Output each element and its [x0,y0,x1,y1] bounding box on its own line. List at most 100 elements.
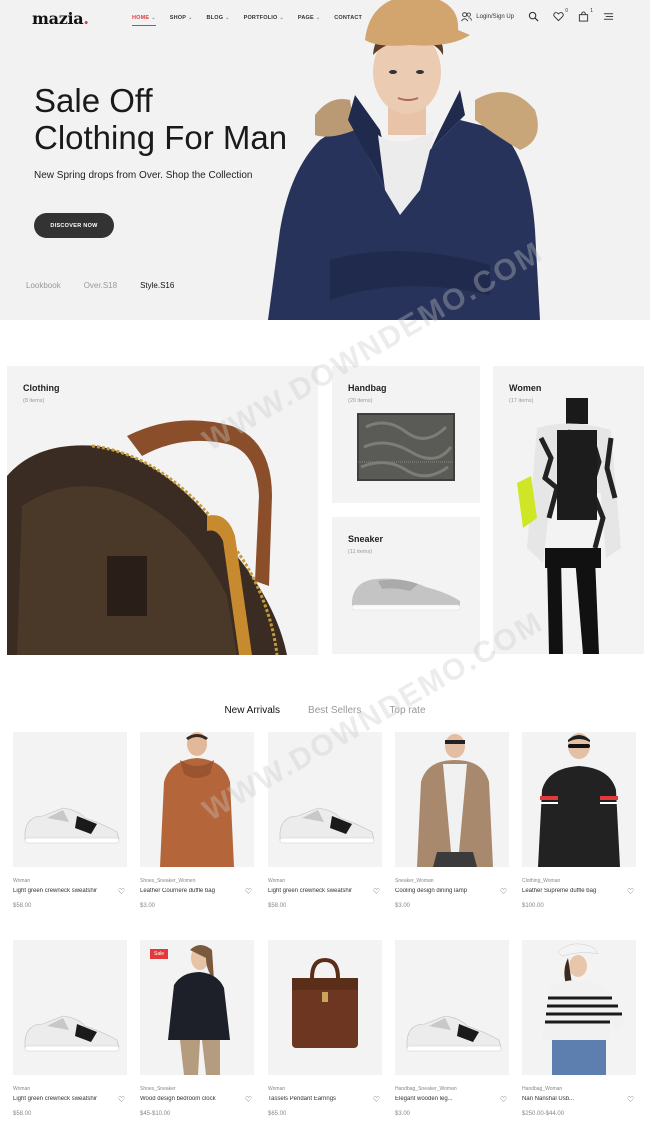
category-title: Women [509,383,542,393]
tab-best-sellers[interactable]: Best Sellers [308,705,361,716]
product-image[interactable] [140,732,254,867]
product-category: Clothing_Woman [522,878,561,884]
product-card[interactable]: Clothing_Woman ♡ Leather Supreme duffle … [522,732,636,909]
product-card[interactable]: Woman ♡ Light green crewneck sweatshir $… [268,732,382,909]
product-name[interactable]: Leather Courriere duffle bag [140,888,254,894]
heart-icon[interactable]: ♡ [627,887,634,896]
product-name[interactable]: Light green crewneck sweatshir [13,1096,127,1102]
heart-icon[interactable]: ♡ [245,887,252,896]
hero-model-image [268,0,540,320]
product-card[interactable]: Sale Shoes_Sneaker ♡ Wood design bedroom… [140,940,254,1117]
login-label: Login/Sign Up [476,13,514,20]
heart-icon[interactable]: ♡ [373,1095,380,1104]
striped-sweater-model-image [542,943,626,1075]
product-card[interactable]: Woman ♡ Light green crewneck sweatshir $… [13,940,127,1117]
product-price: $3.00 [140,903,156,909]
sale-badge: Sale [150,949,169,959]
product-price: $58.00 [13,1111,32,1117]
hoodie-model-image [160,732,234,867]
product-price: $3.00 [395,903,411,909]
product-name[interactable]: Tassels Pendant Earrings [268,1096,382,1102]
heart-icon[interactable]: ♡ [373,887,380,896]
product-name[interactable]: Leather Supreme duffle bag [522,888,636,894]
product-name[interactable]: Wood design bedroom clock [140,1096,254,1102]
category-women[interactable]: Women (17 items) [493,366,644,654]
product-tabs: New Arrivals Best Sellers Top rate [0,705,650,716]
site-logo[interactable]: mazia. [32,9,89,28]
category-count: (8 items) [23,398,45,404]
sneaker-image [406,1015,502,1052]
product-category: Sneaker_Woman [395,878,434,884]
slipon-sneaker-image [351,578,461,611]
vest-model-image [417,734,493,867]
hero-banner: Sale Off Clothing For Man New Spring dro… [0,0,650,320]
product-image[interactable] [268,940,382,1075]
category-sneaker[interactable]: Sneaker (11 items) [332,517,480,654]
nav-portfolio[interactable]: PORTFOLIO ⌄ [244,15,284,21]
hero-subtitle: New Spring drops from Over. Shop the Col… [34,170,253,181]
hero-slider-tabs: Lookbook Over.S18 Style.S16 [26,281,174,290]
discover-now-button[interactable]: DISCOVER NOW [34,213,114,238]
hero-tab-style[interactable]: Style.S16 [140,281,174,290]
chevron-down-icon: ⌄ [225,15,230,21]
product-category: Shoes_Sneaker_Women [140,878,196,884]
product-image[interactable] [395,940,509,1075]
product-name[interactable]: Light green crewneck sweatshir [268,888,382,894]
chevron-down-icon: ⌄ [315,15,321,21]
product-name[interactable]: Cooling design dining lamp [395,888,509,894]
heart-icon[interactable]: ♡ [245,1095,252,1104]
product-image[interactable] [395,732,509,867]
product-image[interactable]: Sale [140,940,254,1075]
search-icon[interactable] [528,11,539,22]
category-title: Clothing [23,383,60,393]
cart-button[interactable]: 1 [578,8,593,22]
nav-contact[interactable]: CONTACT [334,15,362,21]
sneaker-image [24,1015,120,1052]
wishlist-count: 0 [565,8,568,14]
tab-new-arrivals[interactable]: New Arrivals [224,705,280,716]
leather-bag-image [292,957,358,1048]
wishlist-button[interactable]: 0 [553,8,568,22]
chevron-down-icon: ⌄ [279,15,284,21]
product-card[interactable]: Shoes_Sneaker_Women ♡ Leather Courriere … [140,732,254,909]
tab-top-rate[interactable]: Top rate [389,705,425,716]
product-image[interactable] [522,940,636,1075]
women-model-image [517,398,621,654]
product-price: $45-$10.00 [140,1111,171,1117]
product-card[interactable]: Woman ♡ Light green crewneck sweatshir $… [13,732,127,909]
product-category: Woman [268,1086,286,1092]
product-price: $65.00 [268,1111,287,1117]
hero-tab-over[interactable]: Over.S18 [84,281,117,290]
heart-icon[interactable]: ♡ [627,1095,634,1104]
product-name[interactable]: Elegant wooden leg... [395,1096,509,1102]
product-image[interactable] [522,732,636,867]
product-card[interactable]: Sneaker_Woman ♡ Cooling design dining la… [395,732,509,909]
category-clothing[interactable]: Clothing (8 items) [7,366,318,655]
menu-icon[interactable] [603,11,614,22]
nav-page[interactable]: PAGE ⌄ [298,15,320,21]
backpack-image [7,420,287,655]
product-name[interactable]: Nan Nanshal Usb... [522,1096,636,1102]
heart-icon[interactable]: ♡ [118,887,125,896]
product-category: Handbag_Sneaker_Woman [395,1086,457,1092]
product-card[interactable]: Handbag_Woman ♡ Nan Nanshal Usb... $250.… [522,940,636,1117]
category-handbag[interactable]: Handbag (20 items) [332,366,480,503]
heart-icon[interactable]: ♡ [118,1095,125,1104]
login-link[interactable]: Login/Sign Up [461,11,514,22]
product-image[interactable] [13,732,127,867]
chevron-down-icon: ⌄ [151,15,156,21]
hero-tab-lookbook[interactable]: Lookbook [26,281,61,290]
product-image[interactable] [13,940,127,1075]
nav-blog[interactable]: BLOG ⌄ [206,15,229,21]
product-price: $250.00-$44.00 [522,1111,565,1117]
product-card[interactable]: Woman ♡ Tassels Pendant Earrings $65.00 [268,940,382,1117]
nav-shop[interactable]: SHOP ⌄ [170,15,193,21]
product-card[interactable]: Handbag_Sneaker_Woman ♡ Elegant wooden l… [395,940,509,1117]
category-title: Sneaker [348,534,384,544]
product-name[interactable]: Light green crewneck sweatshir [13,888,127,894]
nav-home[interactable]: HOME ⌄ [132,15,156,26]
heart-icon[interactable]: ♡ [500,1095,507,1104]
hero-title: Sale Off Clothing For Man [34,82,287,156]
product-image[interactable] [268,732,382,867]
heart-icon[interactable]: ♡ [500,887,507,896]
